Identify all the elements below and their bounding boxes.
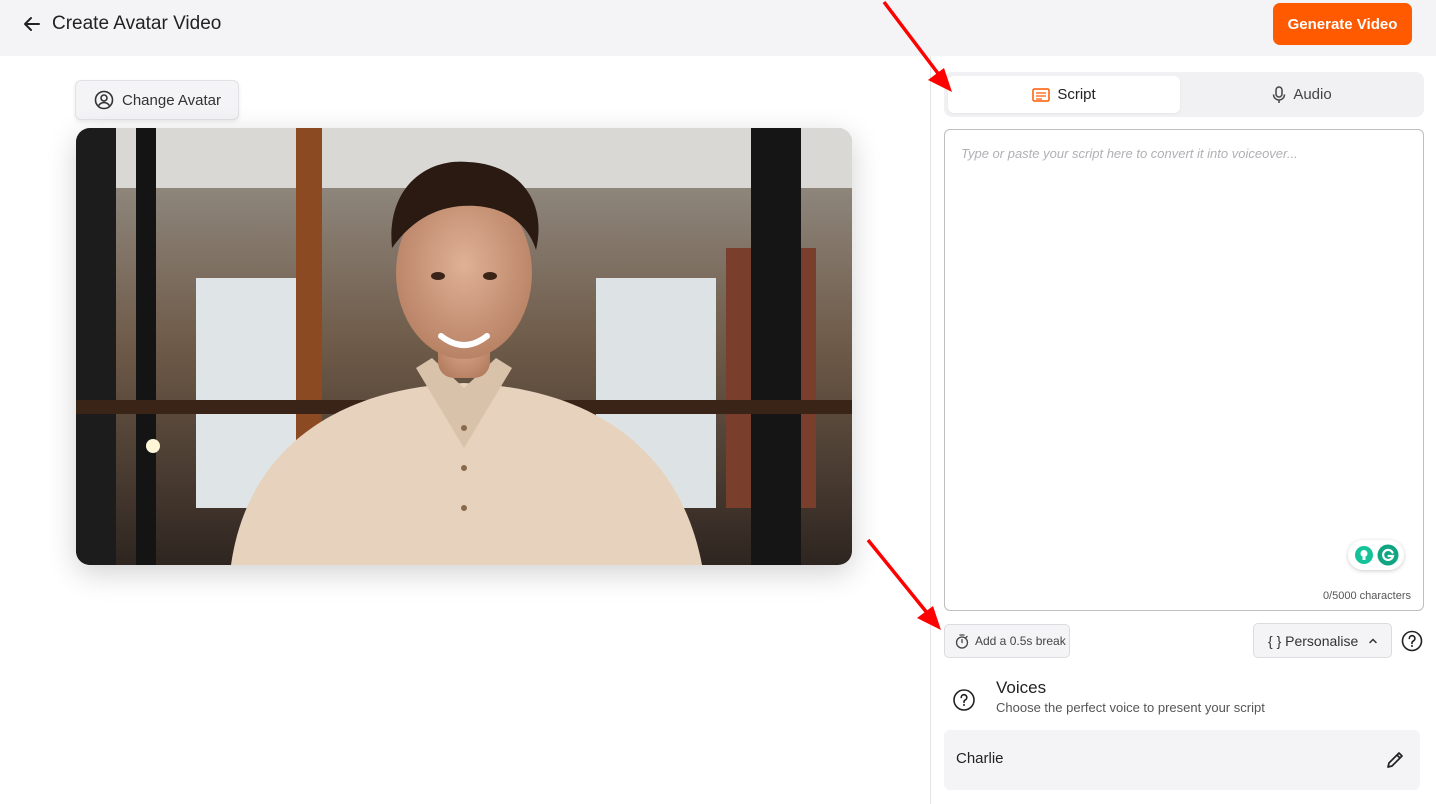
- chevron-up-icon: [1369, 637, 1378, 643]
- grammarly-widget[interactable]: [1348, 540, 1404, 570]
- grammarly-icon: [1377, 544, 1398, 566]
- script-editor: 0/5000 characters: [944, 129, 1424, 611]
- help-icon[interactable]: [1401, 630, 1423, 652]
- page-title: Create Avatar Video: [52, 13, 222, 34]
- microphone-icon: [1273, 85, 1286, 103]
- back-arrow-icon[interactable]: [20, 12, 44, 36]
- panel-divider: [930, 56, 931, 804]
- voices-subtitle: Choose the perfect voice to present your…: [996, 700, 1265, 715]
- tab-script[interactable]: Script: [948, 76, 1180, 113]
- add-break-button[interactable]: Add a 0.5s break: [944, 624, 1070, 658]
- generate-video-button[interactable]: Generate Video: [1273, 3, 1412, 45]
- change-avatar-button[interactable]: Change Avatar: [75, 80, 239, 120]
- pencil-icon[interactable]: [1384, 749, 1406, 771]
- voices-help-icon[interactable]: [952, 688, 976, 712]
- personalise-label: { } Personalise: [1268, 632, 1359, 649]
- tab-audio-label: Audio: [1293, 86, 1332, 103]
- voices-title: Voices: [996, 678, 1047, 697]
- tab-script-label: Script: [1057, 86, 1096, 103]
- voice-name: Charlie: [956, 750, 1004, 767]
- lightbulb-icon: [1354, 546, 1373, 564]
- script-icon: [1032, 87, 1051, 102]
- personalise-dropdown[interactable]: { } Personalise: [1253, 623, 1392, 658]
- tab-audio[interactable]: Audio: [1184, 76, 1420, 113]
- script-audio-tabs: Script Audio: [944, 72, 1424, 117]
- character-count: 0/5000 characters: [1322, 590, 1411, 602]
- stopwatch-icon: [955, 633, 969, 649]
- selected-voice-row[interactable]: Charlie: [944, 730, 1420, 790]
- add-break-label: Add a 0.5s break: [975, 634, 1066, 648]
- avatar-video-preview: [76, 128, 852, 565]
- change-avatar-label: Change Avatar: [122, 91, 221, 109]
- user-circle-icon: [94, 90, 114, 110]
- top-bar: Create Avatar Video Generate Video: [0, 0, 1436, 56]
- script-input[interactable]: [961, 146, 1407, 546]
